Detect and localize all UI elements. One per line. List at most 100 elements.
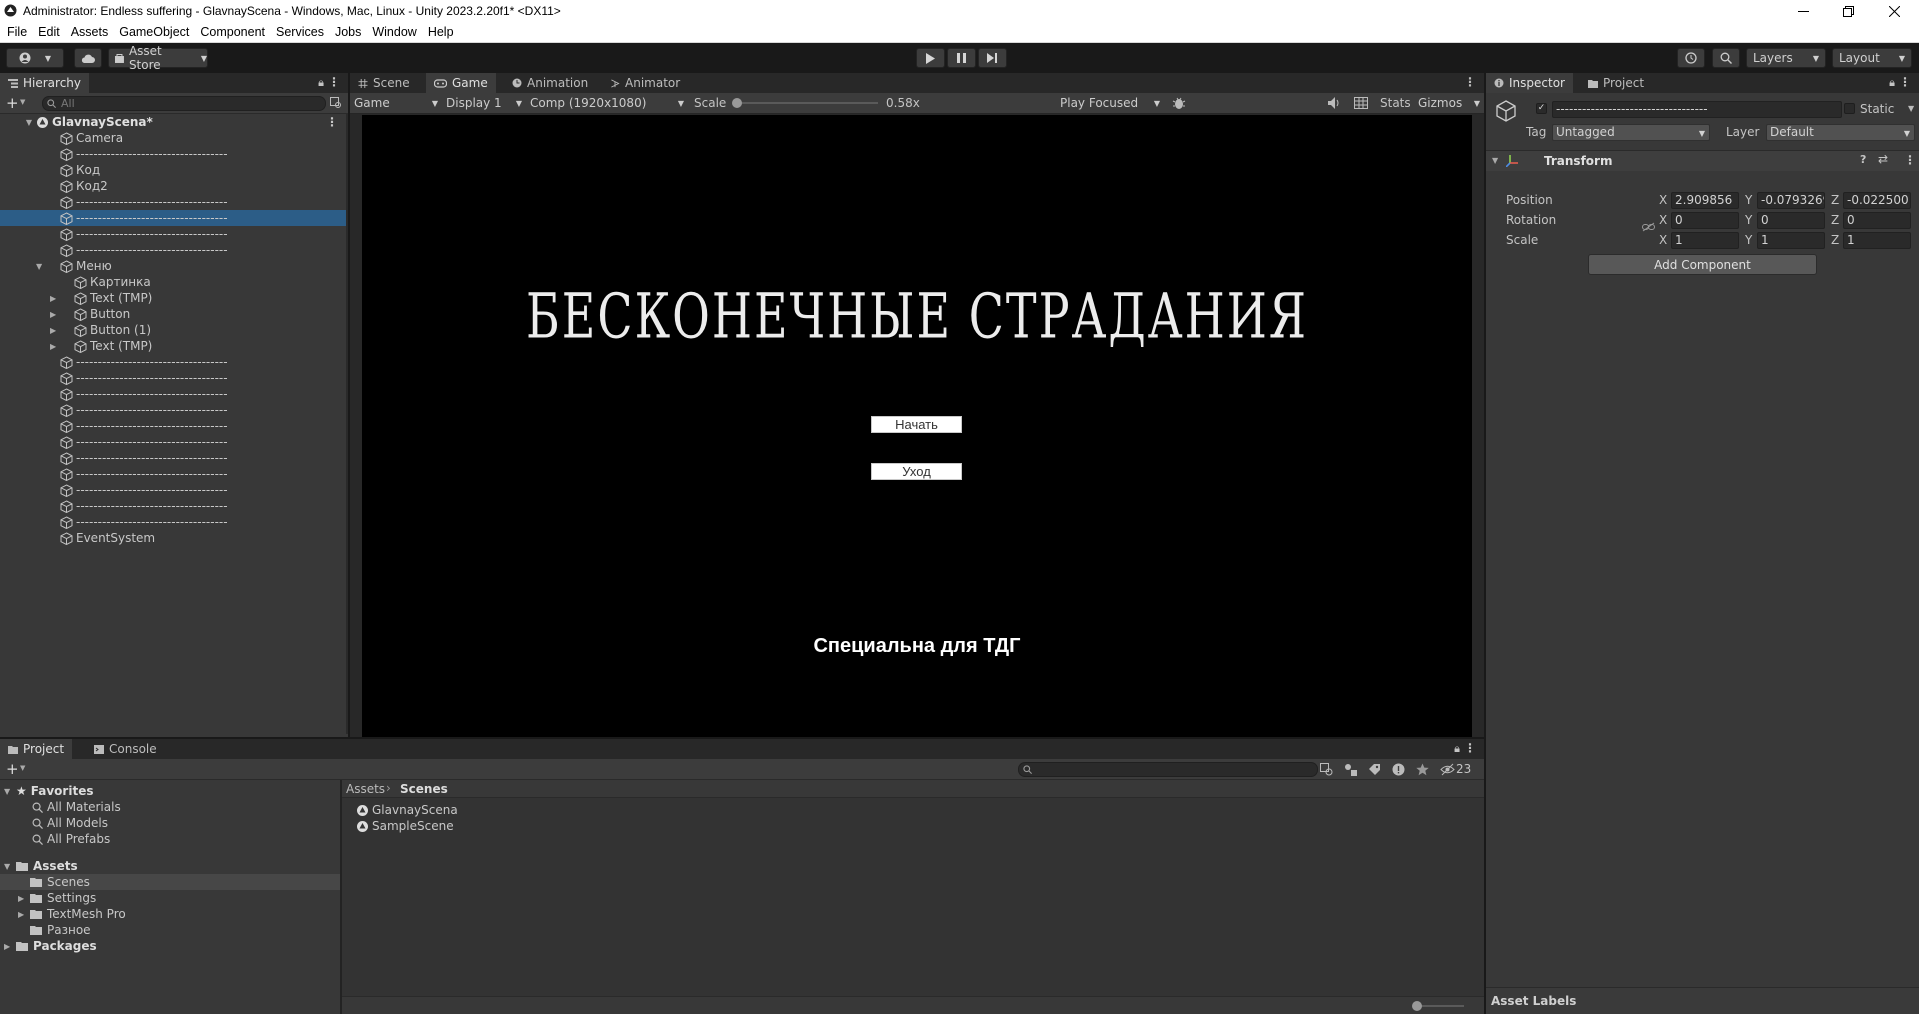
hierarchy-item[interactable]: ----------------------------------- [0, 226, 348, 242]
more-options-icon[interactable]: ⋮ [1464, 741, 1476, 755]
hierarchy-item[interactable]: ----------------------------------- [0, 370, 348, 386]
lock-icon[interactable]: 🔒︎ [1454, 742, 1460, 756]
hierarchy-item[interactable]: EventSystem [0, 530, 348, 546]
resolution-dropdown[interactable]: Comp (1920x1080) ▼ [530, 96, 684, 111]
menu-file[interactable]: File [3, 25, 34, 39]
hierarchy-item[interactable]: ----------------------------------- [0, 514, 348, 530]
object-name-field[interactable]: ----------------------------------- [1552, 101, 1842, 118]
step-button[interactable] [978, 48, 1007, 68]
layers-dropdown[interactable]: Layers ▼ [1746, 48, 1826, 68]
fold-down-icon[interactable]: ▼ [4, 862, 14, 871]
tag-dropdown[interactable]: Untagged ▼ [1552, 124, 1710, 141]
menu-gameobject[interactable]: GameObject [115, 25, 196, 39]
add-icon[interactable]: + [6, 760, 19, 778]
audio-icon[interactable] [1328, 97, 1341, 109]
transform-x-field[interactable]: 2.909856 [1671, 192, 1739, 209]
fold-down-icon[interactable]: ▼ [0, 118, 36, 127]
hierarchy-item[interactable]: ----------------------------------- [0, 418, 348, 434]
hierarchy-scrollbar[interactable] [346, 114, 348, 734]
icon-size-slider[interactable] [1412, 1001, 1464, 1011]
tab-project[interactable]: Project [0, 739, 73, 759]
favorites-header[interactable]: ▼ ★ Favorites [0, 783, 340, 799]
layout-dropdown[interactable]: Layout ▼ [1832, 48, 1912, 68]
close-button[interactable] [1872, 0, 1917, 22]
tab-hierarchy[interactable]: Hierarchy [0, 73, 90, 93]
chevron-down-icon[interactable]: ▼ [20, 98, 25, 106]
gizmos-dropdown[interactable]: Gizmos ▼ [1418, 96, 1480, 111]
fold-down-icon[interactable]: ▼ [4, 787, 14, 796]
restore-button[interactable] [1826, 0, 1871, 22]
help-icon[interactable]: ? [1860, 153, 1866, 166]
menu-component[interactable]: Component [196, 25, 272, 39]
transform-z-field[interactable]: -0.022500 [1843, 192, 1911, 209]
breadcrumb-scenes[interactable]: Scenes [400, 782, 448, 796]
hierarchy-item[interactable]: ----------------------------------- [0, 466, 348, 482]
hierarchy-item[interactable]: Camera [0, 130, 348, 146]
menu-jobs[interactable]: Jobs [331, 25, 368, 39]
hierarchy-item[interactable]: ----------------------------------- [0, 450, 348, 466]
exit-game-button[interactable]: Уход [871, 463, 962, 480]
asset-folder-item[interactable]: ▶ TextMesh Pro [0, 906, 340, 922]
hierarchy-item[interactable]: ▼ Меню [0, 258, 348, 274]
more-options-icon[interactable]: ⋮ [1464, 75, 1476, 89]
display-dropdown[interactable]: Display 1 ▼ [446, 96, 522, 111]
menu-help[interactable]: Help [424, 25, 461, 39]
assets-root[interactable]: ▼ Assets [0, 858, 340, 874]
label-icon[interactable] [1368, 763, 1381, 776]
lock-icon[interactable]: 🔒︎ [318, 76, 324, 90]
hidden-packages-icon[interactable] [1440, 763, 1455, 776]
add-icon[interactable]: + [6, 94, 19, 112]
favorite-item[interactable]: All Prefabs [0, 831, 340, 847]
search-button[interactable] [1712, 48, 1740, 68]
hierarchy-item[interactable]: ----------------------------------- [0, 194, 348, 210]
static-checkbox[interactable] [1844, 103, 1855, 114]
more-options-icon[interactable]: ⋮ [1899, 75, 1911, 89]
more-options-icon[interactable]: ⋮ [326, 115, 338, 129]
minimize-button[interactable] [1781, 0, 1826, 22]
hierarchy-item[interactable]: Код [0, 162, 348, 178]
tab-animation[interactable]: Animation [504, 73, 596, 93]
game-viewport[interactable]: БЕСКОНЕЧНЫЕ СТРАДАНИЯ Начать Уход Специа… [362, 115, 1472, 737]
filter-type-icon[interactable] [1344, 763, 1357, 776]
search-filter-icon[interactable] [330, 97, 342, 109]
log-filter-icon[interactable] [1392, 763, 1405, 776]
icon-size-slider-thumb[interactable] [1412, 1001, 1422, 1011]
scale-slider-thumb[interactable] [732, 98, 742, 108]
add-component-button[interactable]: Add Component [1588, 254, 1817, 275]
scene-file-item[interactable]: SampleScene [356, 818, 756, 834]
transform-header[interactable]: ▼ Transform ? ⇄ ⋮ [1486, 151, 1919, 171]
lock-icon[interactable]: 🔒︎ [1889, 76, 1895, 90]
undo-history-button[interactable] [1677, 48, 1705, 68]
hierarchy-item[interactable]: ----------------------------------- [0, 482, 348, 498]
pause-button[interactable] [947, 48, 976, 68]
favorite-item[interactable]: All Materials [0, 799, 340, 815]
hierarchy-item[interactable]: Картинка [0, 274, 348, 290]
hierarchy-item[interactable]: ----------------------------------- [0, 434, 348, 450]
menu-assets[interactable]: Assets [67, 25, 116, 39]
fold-right-icon[interactable]: ▶ [50, 310, 60, 319]
tab-animator[interactable]: Animator [602, 73, 688, 93]
menu-edit[interactable]: Edit [34, 25, 67, 39]
layer-dropdown[interactable]: Default ▼ [1766, 124, 1915, 141]
hierarchy-item[interactable]: ----------------------------------- [0, 242, 348, 258]
chevron-down-icon[interactable]: ▼ [20, 764, 25, 772]
bug-icon[interactable] [1172, 96, 1186, 110]
start-game-button[interactable]: Начать [871, 416, 962, 433]
cloud-button[interactable] [74, 48, 102, 68]
fold-right-icon[interactable]: ▶ [18, 894, 28, 903]
hierarchy-item[interactable]: ▶ Text (TMP) [0, 290, 348, 306]
scene-root[interactable]: ▼ GlavnayScena* ⋮ [0, 114, 348, 130]
tab-project-inspector[interactable]: Project [1580, 73, 1652, 93]
transform-x-field[interactable]: 0 [1671, 212, 1739, 229]
hierarchy-item[interactable]: ▶ Text (TMP) [0, 338, 348, 354]
menu-services[interactable]: Services [272, 25, 331, 39]
scene-file-item[interactable]: GlavnayScena [356, 802, 756, 818]
fold-right-icon[interactable]: ▶ [50, 342, 60, 351]
preset-icon[interactable]: ⇄ [1878, 152, 1888, 166]
link-icon[interactable] [1642, 222, 1655, 232]
tab-console[interactable]: Console [86, 739, 165, 759]
fold-right-icon[interactable]: ▶ [50, 326, 60, 335]
scale-slider[interactable] [732, 98, 878, 108]
transform-y-field[interactable]: 1 [1757, 232, 1825, 249]
transform-x-field[interactable]: 1 [1671, 232, 1739, 249]
